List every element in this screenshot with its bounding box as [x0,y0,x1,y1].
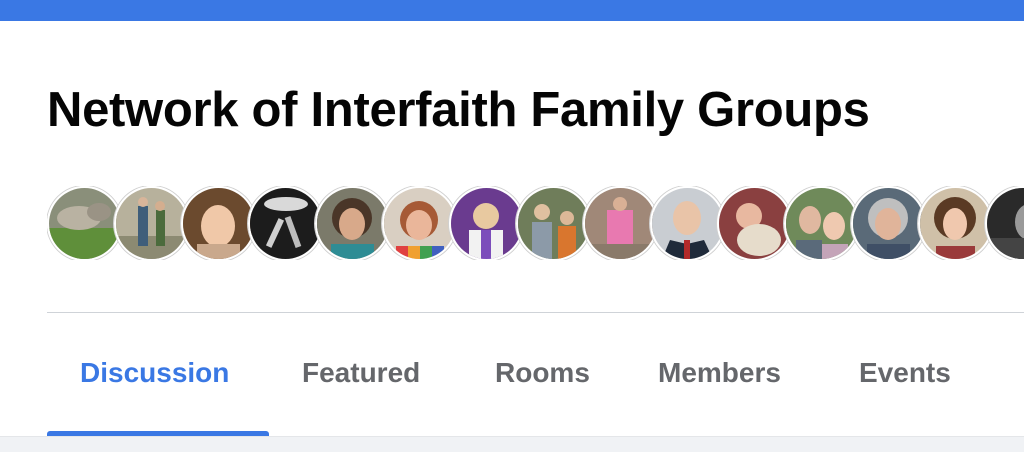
content-area-edge [0,436,1024,452]
top-app-bar [0,0,1024,21]
member-avatar[interactable] [717,186,792,260]
member-avatar[interactable] [516,186,591,260]
member-avatar[interactable] [315,186,390,260]
group-title: Network of Interfaith Family Groups [47,83,870,137]
member-avatar[interactable] [449,186,524,260]
member-avatar[interactable] [114,186,189,260]
member-avatar[interactable] [47,186,122,260]
member-avatar-row[interactable] [47,186,1024,260]
member-avatar[interactable] [382,186,457,260]
member-avatar[interactable] [918,186,993,260]
member-avatar[interactable] [650,186,725,260]
tab-featured[interactable]: Featured [302,357,420,389]
tab-discussion[interactable]: Discussion [80,357,229,389]
member-avatar[interactable] [784,186,859,260]
group-tab-bar: Discussion Featured Rooms Members Events [0,313,1024,436]
tab-members[interactable]: Members [658,357,781,389]
tab-rooms[interactable]: Rooms [495,357,590,389]
member-avatar[interactable] [181,186,256,260]
member-avatar[interactable] [985,186,1024,260]
member-avatar[interactable] [248,186,323,260]
member-avatar[interactable] [583,186,658,260]
tab-events[interactable]: Events [859,357,951,389]
member-avatar[interactable] [851,186,926,260]
